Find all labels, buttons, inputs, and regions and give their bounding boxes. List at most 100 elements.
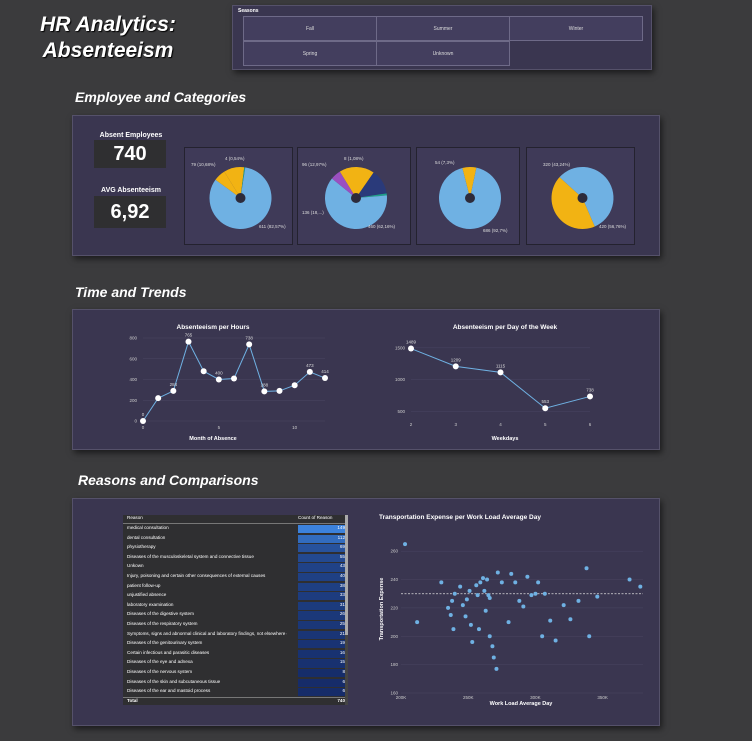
table-row[interactable]: laboratory examination 31 [123,601,348,610]
hours-line-chart[interactable]: Absenteeism per Hours Month of Absence 0… [113,318,353,446]
pie-card-1[interactable]: 79 (10,68%) 4 (0,54%) 611 (82,57%) [184,147,293,245]
count-column-header[interactable]: Count of Reason [298,515,348,523]
table-row[interactable]: Injury, poisoning and certain other cons… [123,573,348,582]
pie-data-label: 8 (1,08%) [344,156,364,161]
table-row[interactable]: Diseases of the ear and mastoid process 6 [123,688,348,697]
scatter-point [506,620,511,625]
pie-center-hole [577,193,588,203]
scatter-point [495,570,500,575]
reason-column-header[interactable]: Reason [127,515,287,521]
data-point [155,395,162,402]
scatter-point [542,591,547,596]
section-title-reasons: Reasons and Comparisons [78,472,259,488]
y-tick-label: 180 [390,662,398,667]
pie-center-hole [465,193,475,203]
table-row[interactable]: Diseases of the musculoskeletal system a… [123,553,348,562]
table-row[interactable]: Diseases of the nervous system 8 [123,669,348,678]
pie-data-label: 79 (10,68%) [191,162,216,167]
table-row[interactable]: Diseases of the eye and adnexa 15 [123,659,348,668]
scatter-point [561,603,566,608]
table-row[interactable]: physiotherapy 69 [123,544,348,553]
scatter-point [499,580,504,585]
season-option-unknown[interactable]: Unknown [376,41,510,66]
count-cell: 43 [298,563,348,572]
reason-cell: Unkown [127,563,144,569]
season-option-fall[interactable]: Fall [243,16,377,41]
reason-cell: laboratory examination [127,601,174,607]
data-point [200,368,207,375]
data-point [452,363,459,370]
count-cell: 112 [298,534,348,543]
table-row[interactable]: Diseases of the skin and subcutaneous ti… [123,678,348,687]
data-label: 553 [541,399,549,404]
data-label: 1489 [406,340,417,345]
scatter-point [509,571,514,576]
table-row[interactable]: medical consultation 149 [123,525,348,534]
season-option-summer[interactable]: Summer [376,16,510,41]
x-tick-label: 6 [589,422,592,427]
table-row[interactable]: Diseases of the respiratory system 25 [123,621,348,630]
data-point [322,375,328,382]
scatter-point [584,566,589,571]
scatter-point [468,622,473,627]
total-value: 740 [337,698,345,703]
season-option-spring[interactable]: Spring [243,41,377,66]
table-scrollbar-thumb[interactable] [345,515,348,635]
season-option-winter[interactable]: Winter [509,16,643,41]
reason-cell: Diseases of the genitourinary system [127,640,203,646]
table-row[interactable]: Diseases of the digestive system 26 [123,611,348,620]
table-row[interactable]: unjustified absence 33 [123,592,348,601]
scatter-point [452,591,457,596]
pie-data-label: 4 (0,54%) [225,156,245,161]
title-line-1: HR Analytics: [40,13,176,36]
reason-cell: Diseases of the skin and subcutaneous ti… [127,678,221,684]
y-tick-label: 1000 [395,377,406,382]
x-tick-label: 3 [454,422,457,427]
pie-data-label: 420 (56,76%) [599,224,627,229]
y-tick-label: 200 [390,634,398,639]
pie-card-2[interactable]: 96 (12,97%) 8 (1,08%) 136 (18,...) 460 (62,… [297,147,411,245]
data-point [231,375,237,382]
scatter-point [464,597,469,602]
weekday-line-chart[interactable]: Absenteeism per Day of the Week Weekdays… [393,318,633,446]
scatter-point [403,542,408,547]
scatter-point [451,627,456,632]
data-point [185,338,192,345]
reason-cell: Diseases of the ear and mastoid process [127,688,211,694]
pie-card-4[interactable]: 320 (43,24%) 420 (56,76%) [526,147,635,245]
data-point [306,368,313,375]
data-point [408,345,414,352]
table-row[interactable]: dental consultation 112 [123,534,348,543]
scatter-point [548,618,553,623]
scatter-point [553,638,558,643]
data-point [587,393,593,400]
table-row[interactable]: patient follow-up 38 [123,582,348,591]
transport-scatter-chart[interactable]: Transportation Expense per Work Load Ave… [371,509,651,717]
scatter-point [487,634,492,639]
count-cell: 8 [298,669,348,678]
avg-absenteeism-label: AVG Absenteeism [101,187,161,194]
scatter-point [483,608,488,613]
weekday-chart-xlabel: Weekdays [492,436,519,442]
pie-card-3[interactable]: 54 (7,3%) 686 (92,7%) [416,147,520,245]
scatter-point [491,655,496,660]
x-tick-label: 0 [142,425,145,430]
table-row[interactable]: Diseases of the genitourinary system 19 [123,640,348,649]
count-cell: 16 [298,649,348,658]
table-row[interactable]: Symptoms, signs and abnormal clinical an… [123,630,348,639]
reason-cell: physiotherapy [127,544,156,550]
absent-employees-value: 740 [94,140,166,168]
scatter-point [450,598,455,603]
count-cell: 21 [298,630,348,639]
data-label: 1209 [451,357,462,362]
reason-cell: patient follow-up [127,582,161,588]
scatter-point [467,588,472,593]
y-tick-label: 200 [129,398,137,403]
data-label: 473 [306,363,314,368]
table-row[interactable]: Certain infectious and parasitic disease… [123,649,348,658]
reason-cell: dental consultation [127,534,166,540]
reason-cell: Certain infectious and parasitic disease… [127,649,210,655]
count-cell: 55 [298,553,348,562]
y-tick-label: 1500 [395,345,406,350]
table-row[interactable]: Unkown 43 [123,563,348,572]
